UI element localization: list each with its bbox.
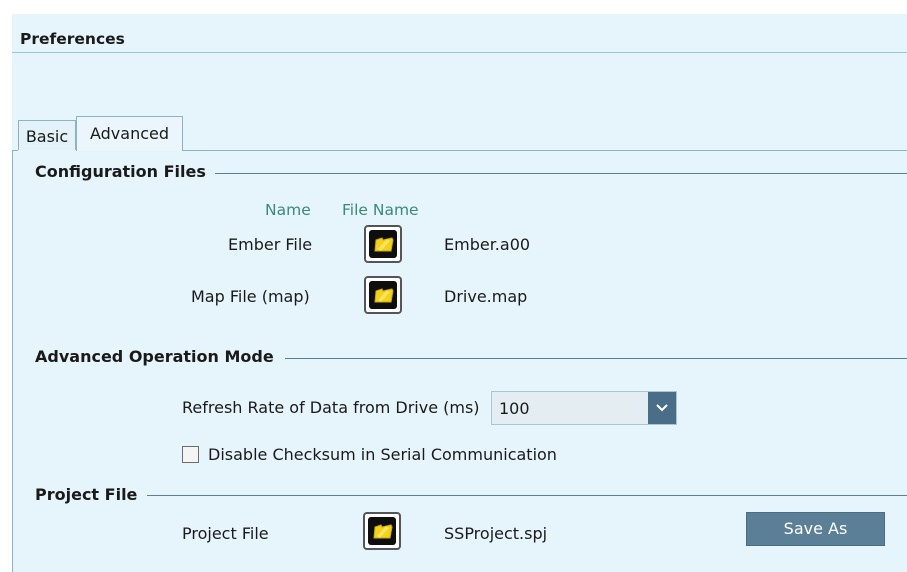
title-bar: Preferences (12, 14, 907, 53)
chevron-down-icon[interactable] (648, 392, 676, 424)
ember-file-label: Ember File (228, 235, 313, 254)
map-file-label: Map File (map) (191, 287, 310, 306)
refresh-rate-label: Refresh Rate of Data from Drive (ms) (182, 398, 480, 417)
content-border (12, 150, 13, 572)
preferences-panel: Preferences Basic Advanced Configuration… (12, 14, 907, 572)
column-header-file-name: File Name (342, 201, 419, 219)
refresh-rate-select[interactable]: 100 (491, 391, 677, 425)
disable-checksum-checkbox[interactable] (182, 446, 199, 463)
refresh-rate-value: 100 (499, 399, 530, 418)
ember-file-name: Ember.a00 (444, 235, 531, 254)
section-heading-advanced-operation-mode: Advanced Operation Mode (35, 347, 274, 366)
open-folder-icon (369, 281, 397, 309)
column-header-name: Name (265, 201, 311, 219)
page-title: Preferences (20, 30, 125, 48)
map-file-browse-button[interactable] (364, 276, 402, 314)
tab-strip-border (183, 150, 907, 151)
project-file-name: SSProject.spj (444, 524, 548, 543)
project-file-browse-button[interactable] (363, 512, 401, 550)
ember-file-browse-button[interactable] (364, 225, 402, 263)
section-divider (215, 173, 907, 174)
project-file-label: Project File (182, 524, 269, 543)
section-divider (147, 495, 907, 496)
tab-basic[interactable]: Basic (18, 120, 76, 150)
disable-checksum-label[interactable]: Disable Checksum in Serial Communication (208, 445, 557, 464)
save-as-button[interactable]: Save As (746, 512, 885, 546)
section-heading-project-file: Project File (35, 485, 138, 504)
tab-advanced[interactable]: Advanced (76, 116, 183, 151)
open-folder-icon (368, 517, 396, 545)
map-file-name: Drive.map (444, 287, 528, 306)
open-folder-icon (369, 230, 397, 258)
section-divider (285, 358, 907, 359)
section-heading-configuration-files: Configuration Files (35, 162, 206, 181)
